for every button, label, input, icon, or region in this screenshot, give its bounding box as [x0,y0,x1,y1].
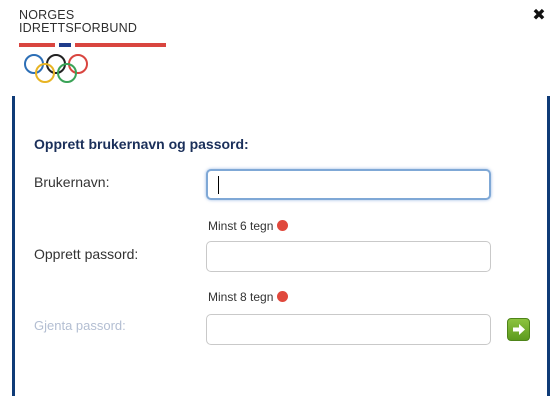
olympic-rings-icon [24,54,88,83]
form-heading: Opprett brukernavn og passord: [34,136,249,152]
confirm-hint-text: Minst 8 tegn [208,290,274,304]
frame-border-right [547,96,550,396]
status-dot-icon [277,220,289,231]
logo-bar-red [19,43,55,47]
arrow-right-icon [512,324,525,335]
logo-text: NORGES IDRETTSFORBUND [19,9,137,35]
logo-bar-blue [59,43,71,47]
password-hint-text: Minst 6 tegn [208,219,274,233]
frame-border-left [12,96,15,396]
password-input[interactable] [206,241,491,272]
logo-line2: IDRETTSFORBUND [19,21,138,35]
confirm-password-label: Gjenta passord: [34,318,126,333]
logo-bar-red-long [75,43,166,47]
username-input[interactable] [206,169,491,200]
close-icon[interactable]: ✖ [531,7,547,23]
password-label: Opprett passord: [34,246,139,262]
next-button[interactable] [507,318,530,341]
status-dot-icon [277,291,289,302]
username-label: Brukernavn: [34,174,110,190]
password-hint: Minst 6 tegn [208,219,289,233]
norges-idrettsforbund-logo: NORGES IDRETTSFORBUND [19,9,179,89]
confirm-hint: Minst 8 tegn [208,290,289,304]
confirm-password-input[interactable] [206,314,491,345]
signup-dialog: NORGES IDRETTSFORBUND ✖ Opprett brukerna… [0,0,560,396]
text-caret [218,176,219,194]
